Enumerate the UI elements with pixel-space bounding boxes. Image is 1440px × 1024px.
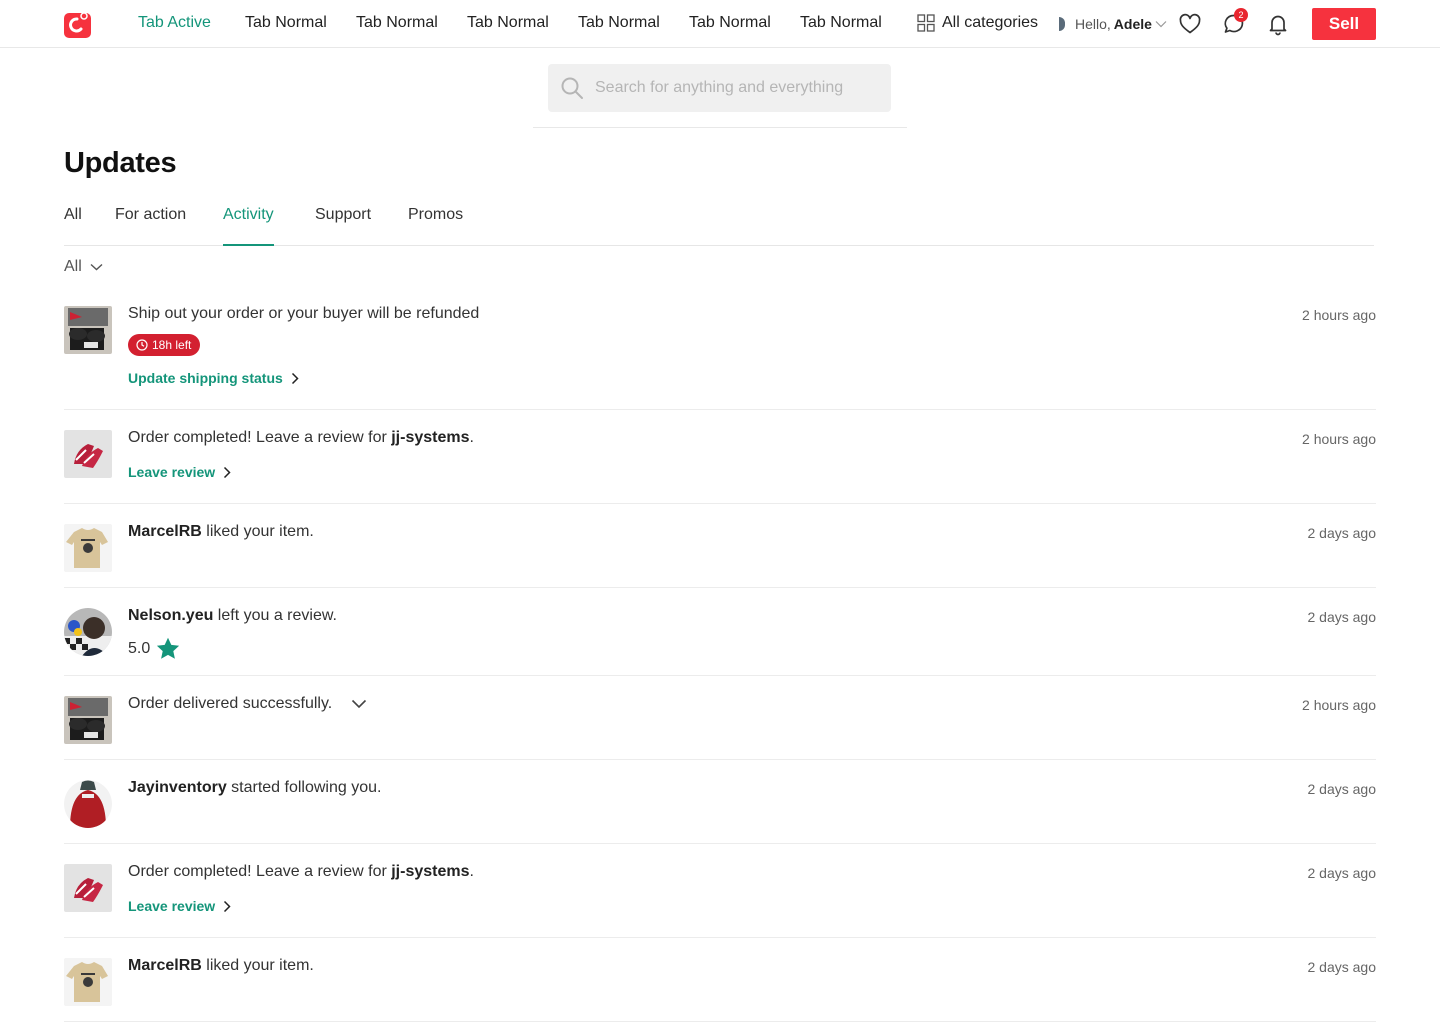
- sneaker-box-photo[interactable]: [64, 306, 112, 354]
- grid-icon: [917, 14, 935, 32]
- filter-dropdown[interactable]: All: [64, 258, 103, 276]
- hello-label: Hello,: [1075, 16, 1111, 32]
- tab-support[interactable]: Support: [315, 206, 371, 246]
- feed-message: Order completed! Leave a review for jj-s…: [128, 429, 474, 446]
- user-menu[interactable]: Hello, Adele: [1059, 16, 1167, 32]
- bell-icon[interactable]: [1266, 12, 1290, 36]
- rating-value: 5.0: [128, 639, 151, 657]
- timestamp: 2 days ago: [1307, 525, 1377, 541]
- tab-promos[interactable]: Promos: [408, 206, 463, 246]
- tab-for-action[interactable]: For action: [115, 206, 186, 246]
- action-label: Update shipping status: [128, 370, 283, 386]
- user-name[interactable]: Jayinventory: [128, 779, 227, 796]
- leave-review-link[interactable]: Leave review: [128, 464, 231, 480]
- feed-message: Ship out your order or your buyer will b…: [128, 305, 480, 322]
- red-sneakers-photo[interactable]: [64, 430, 112, 478]
- sell-button[interactable]: Sell: [1312, 8, 1376, 40]
- search-icon: [561, 77, 583, 99]
- chevron-right-icon: [224, 466, 231, 478]
- feed-item: Ship out your order or your buyer will b…: [64, 305, 1376, 410]
- page-title: Updates: [64, 147, 177, 179]
- tshirt-photo[interactable]: [64, 958, 112, 1006]
- chevron-right-icon: [224, 900, 231, 912]
- chevron-down-icon: [90, 263, 103, 271]
- feed-message: Order delivered successfully.: [128, 695, 367, 713]
- nav-tab-active[interactable]: Tab Active: [138, 14, 211, 32]
- user-name[interactable]: MarcelRB: [128, 957, 202, 974]
- user-avatar-photo[interactable]: [64, 608, 112, 656]
- heart-icon[interactable]: [1178, 12, 1202, 36]
- review-rating: 5.0: [128, 637, 180, 660]
- tab-activity[interactable]: Activity: [223, 206, 274, 246]
- expand-chevron-icon[interactable]: [351, 699, 367, 709]
- timestamp: 2 days ago: [1307, 959, 1377, 975]
- timer-label: 18h left: [152, 338, 192, 352]
- feed-item: Order completed! Leave a review for jj-s…: [64, 863, 1377, 938]
- sneaker-box-photo[interactable]: [64, 696, 112, 744]
- top-navigation: Tab Active Tab Normal Tab Normal Tab Nor…: [0, 0, 1440, 48]
- clock-icon: [136, 339, 148, 351]
- avatar: [1059, 17, 1065, 31]
- red-jacket-avatar[interactable]: [64, 780, 112, 828]
- timestamp: 2 hours ago: [1302, 307, 1376, 323]
- nav-tab-normal[interactable]: Tab Normal: [356, 14, 438, 32]
- all-categories-button[interactable]: All categories: [917, 14, 1038, 32]
- timestamp: 2 hours ago: [1302, 697, 1376, 713]
- feed-item: Order completed! Leave a review for jj-s…: [64, 429, 1376, 504]
- feed-item: MarcelRB liked your item. 2 days ago: [64, 957, 1377, 1022]
- nav-tab-normal[interactable]: Tab Normal: [800, 14, 882, 32]
- timestamp: 2 days ago: [1307, 609, 1377, 625]
- update-shipping-link[interactable]: Update shipping status: [128, 370, 299, 386]
- feed-message: Nelson.yeu left you a review.: [128, 607, 337, 624]
- chevron-down-icon: [1155, 21, 1167, 28]
- seller-name[interactable]: jj-systems: [391, 863, 469, 880]
- user-name[interactable]: MarcelRB: [128, 523, 202, 540]
- timestamp: 2 days ago: [1307, 781, 1377, 797]
- user-name[interactable]: Nelson.yeu: [128, 607, 213, 624]
- timestamp: 2 hours ago: [1302, 431, 1376, 447]
- feed-message: Order completed! Leave a review for jj-s…: [128, 863, 474, 880]
- feed-message: Jayinventory started following you.: [128, 779, 382, 796]
- feed-item: Jayinventory started following you. 2 da…: [64, 779, 1377, 844]
- tab-all[interactable]: All: [64, 206, 82, 246]
- nav-tab-normal[interactable]: Tab Normal: [467, 14, 549, 32]
- nav-tab-normal[interactable]: Tab Normal: [245, 14, 327, 32]
- updates-tabs: All For action Activity Support Promos: [64, 196, 1374, 246]
- timer-badge: 18h left: [128, 334, 201, 356]
- tshirt-photo[interactable]: [64, 524, 112, 572]
- timestamp: 2 days ago: [1307, 865, 1377, 881]
- action-label: Leave review: [128, 898, 216, 914]
- nav-tab-normal[interactable]: Tab Normal: [689, 14, 771, 32]
- seller-name[interactable]: jj-systems: [391, 429, 469, 446]
- filter-label: All: [64, 258, 82, 275]
- user-name: Adele: [1113, 16, 1152, 32]
- chat-badge: 2: [1234, 8, 1248, 22]
- logo-icon[interactable]: [64, 11, 91, 38]
- leave-review-link[interactable]: Leave review: [128, 898, 231, 914]
- feed-message: MarcelRB liked your item.: [128, 957, 314, 974]
- search-input[interactable]: [595, 64, 885, 112]
- feed-item: Order delivered successfully. 2 hours ag…: [64, 695, 1376, 760]
- feed-message: MarcelRB liked your item.: [128, 523, 314, 540]
- action-label: Leave review: [128, 464, 216, 480]
- feed-item: MarcelRB liked your item. 2 days ago: [64, 523, 1377, 588]
- red-sneakers-photo[interactable]: [64, 864, 112, 912]
- search-box[interactable]: [548, 64, 891, 112]
- all-categories-label: All categories: [942, 14, 1039, 31]
- chevron-right-icon: [291, 372, 299, 384]
- nav-tab-normal[interactable]: Tab Normal: [578, 14, 660, 32]
- feed-item: Nelson.yeu left you a review. 5.0 2 days…: [64, 607, 1377, 676]
- star-icon: [157, 637, 180, 659]
- search-bar: [533, 48, 907, 128]
